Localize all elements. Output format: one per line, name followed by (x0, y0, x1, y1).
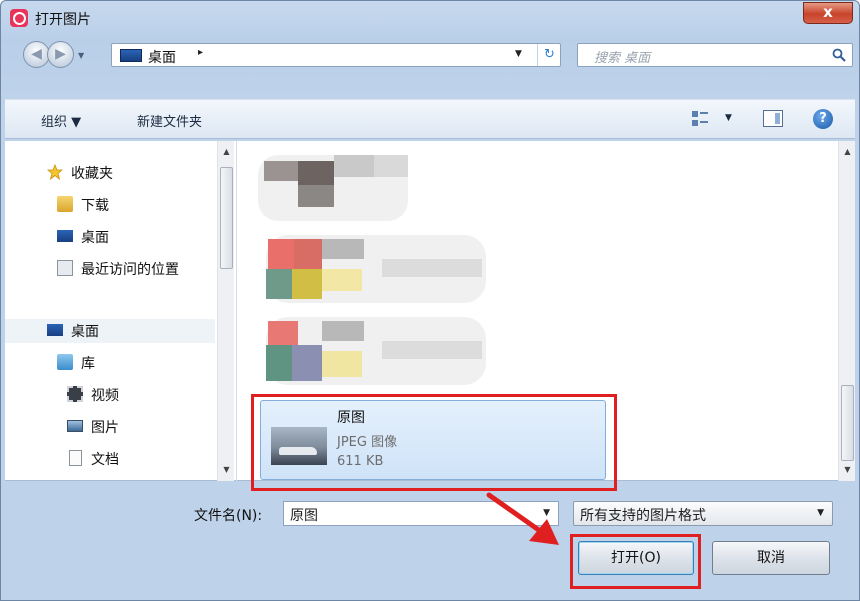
star-icon (46, 163, 64, 181)
highlight-box-open (570, 534, 701, 589)
nav-item-downloads[interactable]: 下载 (5, 193, 215, 217)
refresh-icon[interactable]: ↻ (537, 44, 561, 66)
nav-item-label: 文档 (91, 452, 119, 468)
desktop-icon (120, 49, 142, 62)
nav-item-desktop-root[interactable]: 桌面 (5, 319, 215, 343)
recent-places-icon (57, 260, 73, 276)
address-dropdown-icon[interactable]: ▼ (515, 49, 522, 59)
nav-item-label: 库 (81, 356, 95, 372)
nav-item-desktop[interactable]: 桌面 (5, 225, 215, 249)
filename-label: 文件名(N): (194, 508, 263, 524)
nav-item-label: 桌面 (71, 324, 99, 340)
window-title: 打开图片 (35, 12, 91, 28)
title-bar: 打开图片 x (1, 1, 859, 35)
close-button[interactable]: x (803, 2, 853, 24)
address-bar[interactable]: 桌面 ▸ ▼ ↻ (111, 43, 561, 67)
search-placeholder: 搜索 桌面 (594, 51, 651, 66)
nav-item-label: 收藏夹 (71, 166, 113, 182)
open-file-dialog: 打开图片 x ◀ ▶ ▼ 桌面 ▸ ▼ ↻ 搜索 桌面 组织 ▼ 新建文件夹 ▼ (0, 0, 860, 601)
new-folder-button[interactable]: 新建文件夹 (137, 111, 202, 130)
scroll-thumb[interactable] (841, 385, 854, 461)
search-input[interactable]: 搜索 桌面 (577, 43, 853, 67)
nav-item-label: 下载 (81, 198, 109, 214)
desktop-icon (57, 230, 73, 242)
navigation-pane: 收藏夹 下载 桌面 最近访问的位置 桌面 库 视频 图片 文档 (5, 141, 237, 481)
preview-pane-icon[interactable] (763, 110, 783, 127)
scroll-down-icon[interactable]: ▼ (839, 461, 856, 478)
nav-item-recent-places[interactable]: 最近访问的位置 (5, 257, 215, 281)
pictures-icon (67, 420, 83, 432)
nav-item-label: 桌面 (81, 230, 109, 246)
scroll-thumb[interactable] (220, 167, 233, 269)
nav-item-label: 最近访问的位置 (81, 262, 179, 278)
download-folder-icon (57, 196, 73, 212)
nav-item-label: 视频 (91, 388, 119, 404)
video-icon (67, 386, 83, 402)
history-dropdown-icon[interactable]: ▼ (78, 51, 84, 60)
address-row: ◀ ▶ ▼ 桌面 ▸ ▼ ↻ 搜索 桌面 (1, 35, 859, 75)
nav-scrollbar[interactable]: ▲ ▼ (217, 141, 234, 481)
scroll-down-icon[interactable]: ▼ (218, 461, 235, 478)
address-chevron-icon[interactable]: ▸ (198, 47, 203, 58)
filetype-dropdown-icon[interactable]: ▼ (817, 508, 824, 518)
nav-item-favorites[interactable]: 收藏夹 (5, 161, 215, 185)
help-icon[interactable]: ? (813, 109, 833, 129)
view-dropdown-icon[interactable]: ▼ (725, 113, 732, 123)
filetype-select[interactable]: 所有支持的图片格式 ▼ (573, 501, 833, 526)
scroll-up-icon[interactable]: ▲ (839, 143, 856, 160)
scroll-up-icon[interactable]: ▲ (218, 143, 235, 160)
document-icon (69, 450, 82, 466)
nav-item-label: 图片 (91, 420, 119, 436)
organize-menu[interactable]: 组织 ▼ (41, 111, 81, 130)
search-icon[interactable] (832, 48, 846, 62)
file-scrollbar[interactable]: ▲ ▼ (838, 141, 855, 481)
filename-value[interactable]: 原图 (290, 505, 318, 525)
nav-item-pictures[interactable]: 图片 (5, 415, 215, 439)
address-location[interactable]: 桌面 (148, 47, 176, 67)
change-view-icon[interactable] (691, 110, 709, 128)
desktop-icon (47, 324, 63, 336)
nav-item-videos[interactable]: 视频 (5, 383, 215, 407)
back-button[interactable]: ◀ (23, 41, 50, 68)
filetype-value[interactable]: 所有支持的图片格式 (580, 505, 706, 525)
nav-item-documents[interactable]: 文档 (5, 447, 215, 471)
forward-button[interactable]: ▶ (47, 41, 74, 68)
app-logo-icon (10, 9, 28, 27)
highlight-box-file (251, 394, 617, 491)
cancel-button[interactable]: 取消 (712, 541, 830, 575)
nav-item-libraries[interactable]: 库 (5, 351, 215, 375)
command-toolbar: 组织 ▼ 新建文件夹 ▼ ? (5, 99, 855, 139)
library-icon (57, 354, 73, 370)
pointer-arrow-icon (486, 492, 559, 545)
